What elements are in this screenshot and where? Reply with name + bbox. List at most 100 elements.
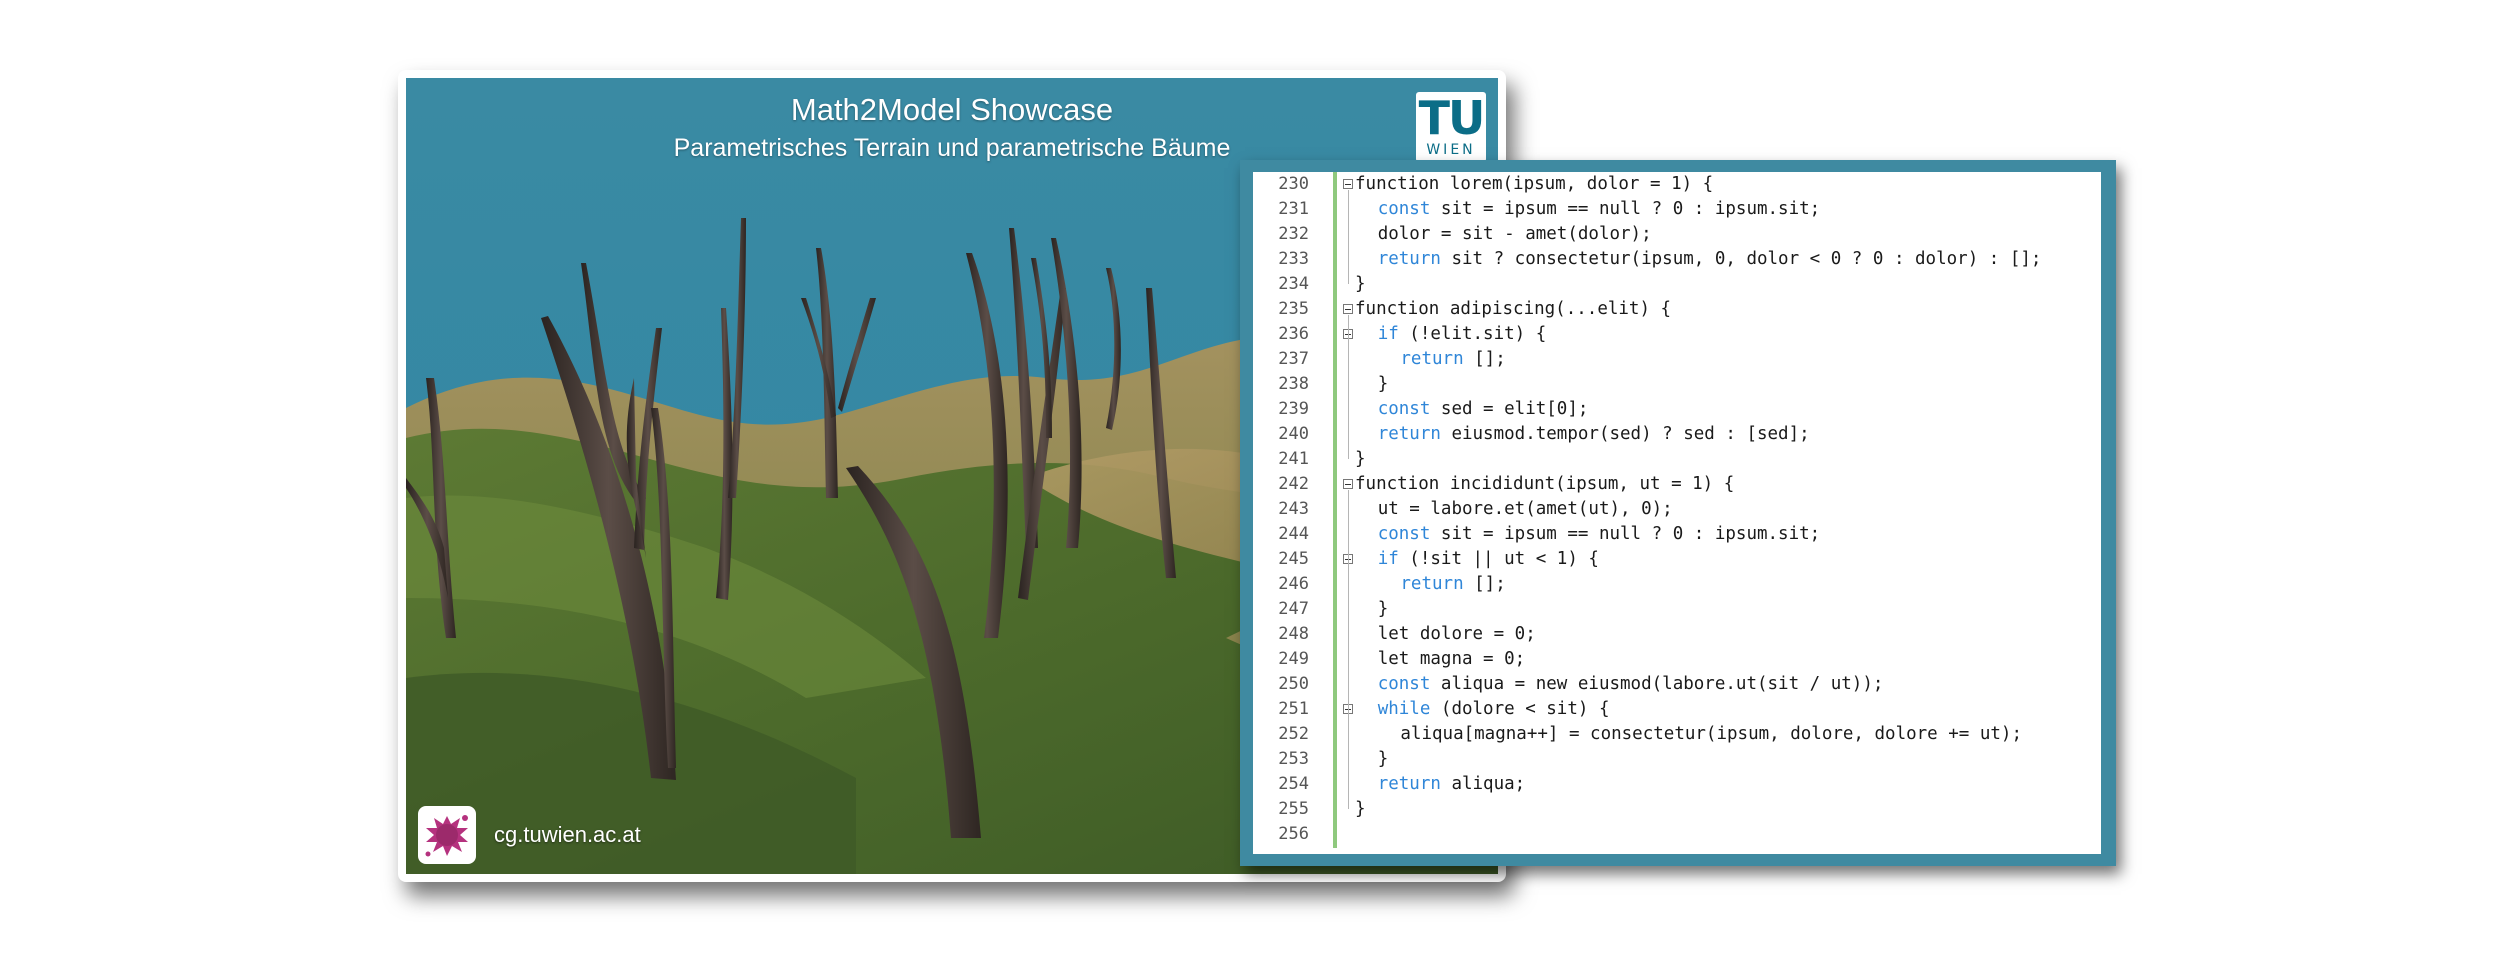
line-number: 246 [1278, 574, 1309, 594]
code-text: return eiusmod.tempor(sed) ? sed : [sed]… [1378, 422, 1810, 447]
code-text: return []; [1400, 572, 1505, 597]
code-text: ut = labore.et(amet(ut), 0); [1378, 497, 1673, 522]
tu-wien-logo: TU WIEN [1416, 92, 1486, 162]
tu-wien-logo-line1: TU [1418, 91, 1486, 145]
code-token: let magna = 0; [1377, 649, 1526, 669]
code-token: } [1355, 449, 1366, 469]
line-number: 231 [1278, 199, 1309, 219]
fold-guide-line [1348, 340, 1349, 384]
code-line: 238} [1253, 372, 2101, 397]
code-token: (!sit || ut < 1) { [1398, 549, 1599, 569]
code-text: } [1355, 447, 1366, 472]
code-text: return sit ? consectetur(ipsum, 0, dolor… [1378, 247, 2042, 272]
tu-wien-logo-line2: WIEN [1426, 142, 1476, 158]
code-line: 236 if (!elit.sit) { [1253, 322, 2101, 347]
code-token: dolor = sit - amet(dolor); [1377, 224, 1652, 244]
code-token: } [1377, 749, 1389, 769]
line-number: 236 [1278, 324, 1309, 344]
code-line: 249 let magna = 0; [1253, 647, 2101, 672]
fold-toggle-icon[interactable] [1343, 304, 1353, 314]
code-line: 242 function incididunt(ipsum, ut = 1) { [1253, 472, 2101, 497]
code-token: (!elit.sit) { [1398, 324, 1547, 344]
code-text: } [1378, 747, 1389, 772]
line-number: 245 [1278, 549, 1309, 569]
code-token: []; [1463, 349, 1506, 369]
code-line: 246 return []; [1253, 572, 2101, 597]
code-line: 250 const aliqua = new eiusmod(labore.ut(… [1253, 672, 2101, 697]
code-token: aliqua; [1440, 774, 1526, 794]
code-line: 231 const sit = ipsum == null ? 0 : ipsum… [1253, 197, 2101, 222]
code-text: return []; [1400, 347, 1505, 372]
line-number: 254 [1278, 774, 1309, 794]
code-token: let dolore = 0; [1377, 624, 1536, 644]
line-number: 256 [1278, 824, 1309, 844]
code-line: 232 dolor = sit - amet(dolor); [1253, 222, 2101, 247]
line-number: 232 [1278, 224, 1309, 244]
code-line: 241} [1253, 447, 2101, 472]
code-token: } [1355, 274, 1366, 294]
code-editor[interactable]: 230 function lorem(ipsum, dolor = 1) { 231… [1253, 172, 2101, 854]
fold-toggle-icon[interactable] [1343, 479, 1353, 489]
fold-toggle-icon[interactable] [1343, 179, 1353, 189]
code-token: function incididunt(ipsum, ut = 1) { [1355, 474, 1735, 494]
code-token: } [1377, 599, 1389, 619]
code-line: 248 let dolore = 0; [1253, 622, 2101, 647]
code-keyword: return [1400, 574, 1464, 594]
code-text: dolor = sit - amet(dolor); [1378, 222, 1652, 247]
line-number: 242 [1278, 474, 1309, 494]
code-line: 234} [1253, 272, 2101, 297]
code-token: } [1377, 374, 1389, 394]
code-keyword: return [1377, 249, 1441, 269]
code-text: if (!sit || ut < 1) { [1378, 547, 1599, 572]
code-line: 244 const sit = ipsum == null ? 0 : ipsum… [1253, 522, 2101, 547]
code-token: function lorem(ipsum, dolor = 1) { [1355, 174, 1714, 194]
code-text: } [1355, 797, 1366, 822]
line-number: 233 [1278, 249, 1309, 269]
code-text: function lorem(ipsum, dolor = 1) { [1355, 172, 1713, 197]
code-keyword: return [1400, 349, 1464, 369]
fold-guide-line [1348, 190, 1349, 284]
code-token: ut = labore.et(amet(ut), 0); [1377, 499, 1673, 519]
showcase-subtitle: Parametrisches Terrain und parametrische… [673, 134, 1231, 162]
code-text: return aliqua; [1378, 772, 1526, 797]
line-number: 251 [1278, 699, 1309, 719]
code-line: 247} [1253, 597, 2101, 622]
code-text: } [1378, 372, 1389, 397]
code-keyword: if [1377, 324, 1399, 344]
code-token: []; [1463, 574, 1506, 594]
code-token: aliqua[magna++] = consectetur(ipsum, dol… [1400, 724, 2023, 744]
line-number: 235 [1278, 299, 1309, 319]
code-keyword: return [1377, 424, 1441, 444]
code-text: const sit = ipsum == null ? 0 : ipsum.si… [1378, 522, 1821, 547]
code-keyword: while [1377, 699, 1431, 719]
code-token: } [1355, 799, 1366, 819]
showcase-title: Math2Model Showcase [790, 92, 1114, 127]
code-text: } [1355, 272, 1366, 297]
footer-url: cg.tuwien.ac.at [494, 822, 641, 847]
code-editor-window: 230 function lorem(ipsum, dolor = 1) { 231… [1240, 160, 2116, 866]
line-number: 230 [1278, 174, 1309, 194]
fold-guide-line [1348, 715, 1349, 759]
code-text: let magna = 0; [1378, 647, 1526, 672]
code-text: function incididunt(ipsum, ut = 1) { [1355, 472, 1734, 497]
line-number: 249 [1278, 649, 1309, 669]
line-number: 237 [1278, 349, 1309, 369]
code-token: (dolore < sit) { [1430, 699, 1610, 719]
code-token: aliqua = new eiusmod(labore.ut(sit / ut)… [1430, 674, 1884, 694]
code-text: if (!elit.sit) { [1378, 322, 1547, 347]
code-text: aliqua[magna++] = consectetur(ipsum, dol… [1400, 722, 2022, 747]
code-line: 254 return aliqua; [1253, 772, 2101, 797]
code-keyword: if [1377, 549, 1399, 569]
line-number: 244 [1278, 524, 1309, 544]
code-token: function adipiscing(...elit) { [1355, 299, 1672, 319]
line-number: 239 [1278, 399, 1309, 419]
fold-guide-line [1348, 315, 1349, 459]
code-token: sit = ipsum == null ? 0 : ipsum.sit; [1430, 199, 1821, 219]
line-number: 238 [1278, 374, 1309, 394]
code-keyword: const [1377, 674, 1431, 694]
code-keyword: return [1377, 774, 1441, 794]
code-line: 253} [1253, 747, 2101, 772]
code-line: 256 [1253, 822, 2101, 847]
code-line: 239 const sed = elit[0]; [1253, 397, 2101, 422]
code-line: 255} [1253, 797, 2101, 822]
